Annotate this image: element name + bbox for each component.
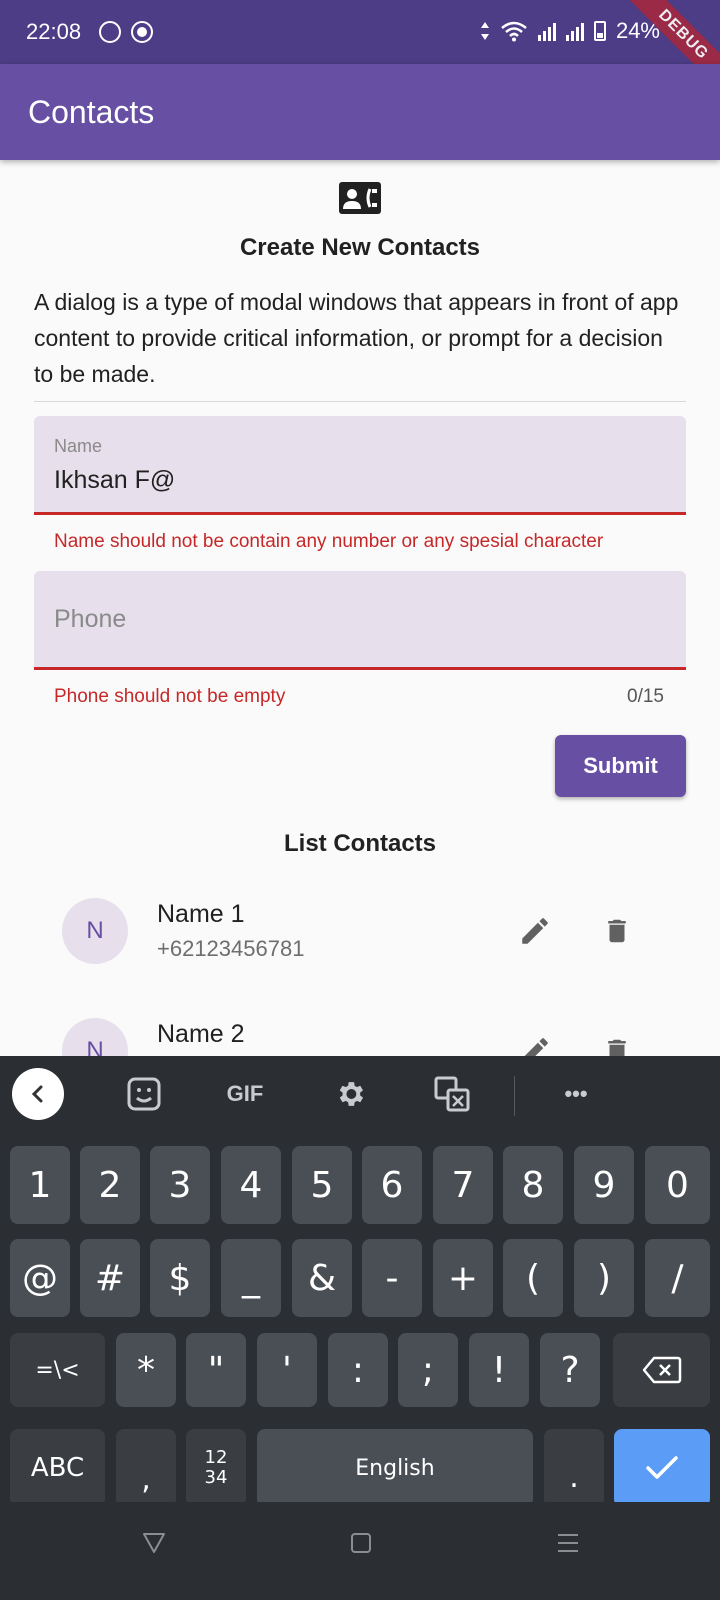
- keyboard-settings-button[interactable]: [330, 1074, 370, 1114]
- translate-button[interactable]: [432, 1074, 472, 1114]
- key-slash[interactable]: /: [645, 1239, 710, 1317]
- whatsapp-icon: [99, 21, 122, 43]
- phone-field[interactable]: Phone: [34, 571, 686, 670]
- name-field-label: Name: [54, 436, 103, 456]
- key-plus[interactable]: +: [433, 1239, 493, 1317]
- key-underscore[interactable]: _: [221, 1239, 281, 1317]
- name-field-error: Name should not be contain any number or…: [54, 531, 604, 552]
- key-comma[interactable]: ,: [116, 1429, 176, 1507]
- name-field[interactable]: Name Ikhsan F@: [34, 416, 686, 515]
- form-description: A dialog is a type of modal windows that…: [34, 289, 679, 387]
- key-exclamation[interactable]: !: [469, 1333, 529, 1407]
- keyboard-toolbar: GIF •••: [0, 1056, 720, 1136]
- key-1[interactable]: 1: [10, 1146, 70, 1224]
- contact-name: Name 2: [157, 1020, 245, 1048]
- keyboard-back-button[interactable]: [12, 1068, 64, 1120]
- status-bar: 22:08 24% DEBUG: [0, 0, 720, 105]
- signal-icon: [537, 21, 556, 41]
- contact-phone: +62123456781: [157, 936, 305, 961]
- name-field-value: Ikhsan F@: [54, 466, 176, 494]
- avatar: N: [62, 1018, 128, 1056]
- navigation-bar: [0, 1502, 720, 1600]
- key-7[interactable]: 7: [433, 1146, 493, 1224]
- key-5[interactable]: 5: [292, 1146, 352, 1224]
- app-bar: Contacts: [0, 64, 720, 160]
- recents-nav-icon[interactable]: [556, 1532, 580, 1554]
- key-more-symbols[interactable]: =\<: [10, 1333, 105, 1407]
- sticker-icon: [127, 1077, 161, 1111]
- delete-icon[interactable]: [602, 914, 632, 948]
- key-minus[interactable]: -: [362, 1239, 422, 1317]
- toolbar-divider: [514, 1076, 515, 1116]
- space-bar[interactable]: English: [257, 1429, 533, 1507]
- contact-phone-icon: [339, 182, 381, 214]
- main-content: Create New Contacts A dialog is a type o…: [0, 160, 720, 1056]
- abc-key[interactable]: ABC: [10, 1429, 105, 1507]
- phone-field-error: Phone should not be empty: [54, 686, 286, 707]
- key-3[interactable]: 3: [150, 1146, 210, 1224]
- battery-icon: [593, 21, 606, 41]
- backspace-icon: [642, 1356, 681, 1384]
- key-asterisk[interactable]: *: [116, 1333, 176, 1407]
- key-period[interactable]: .: [544, 1429, 604, 1507]
- list-item[interactable]: N Name 1 +62123456781: [0, 898, 720, 998]
- translate-icon: [434, 1076, 470, 1112]
- page-title: Contacts: [28, 93, 155, 130]
- status-time: 22:08: [26, 19, 82, 44]
- edit-icon[interactable]: [518, 1034, 552, 1056]
- chevron-left-icon: [31, 1085, 43, 1103]
- done-key[interactable]: [614, 1429, 710, 1507]
- data-arrows-icon: [480, 22, 489, 40]
- key-question[interactable]: ?: [540, 1333, 600, 1407]
- app-notification-icon: [131, 21, 154, 43]
- key-open-paren[interactable]: (: [503, 1239, 563, 1317]
- key-2[interactable]: 2: [80, 1146, 140, 1224]
- checkmark-icon: [646, 1456, 678, 1479]
- list-item[interactable]: N Name 2: [0, 1018, 720, 1056]
- key-9[interactable]: 9: [574, 1146, 634, 1224]
- contact-name: Name 1: [157, 900, 245, 928]
- key-at[interactable]: @: [10, 1239, 70, 1317]
- phone-char-counter: 0/15: [627, 686, 664, 707]
- more-options-button[interactable]: •••: [556, 1074, 596, 1114]
- avatar: N: [62, 898, 128, 964]
- gear-icon: [339, 1082, 364, 1106]
- key-double-quote[interactable]: ": [186, 1333, 246, 1407]
- key-close-paren[interactable]: ): [574, 1239, 634, 1317]
- key-semicolon[interactable]: ;: [398, 1333, 458, 1407]
- key-single-quote[interactable]: ': [257, 1333, 317, 1407]
- wifi-icon: [501, 21, 527, 42]
- key-6[interactable]: 6: [362, 1146, 422, 1224]
- numpad-key[interactable]: 12 34: [186, 1429, 246, 1507]
- submit-button[interactable]: Submit: [555, 735, 686, 797]
- sticker-button[interactable]: [124, 1074, 164, 1114]
- home-nav-icon[interactable]: [350, 1532, 372, 1554]
- form-heading: Create New Contacts: [239, 234, 481, 261]
- phone-field-placeholder: Phone: [54, 605, 127, 633]
- delete-icon[interactable]: [602, 1034, 632, 1056]
- gif-button[interactable]: GIF: [220, 1074, 270, 1114]
- key-dollar[interactable]: $: [150, 1239, 210, 1317]
- backspace-key[interactable]: [613, 1333, 710, 1407]
- key-8[interactable]: 8: [503, 1146, 563, 1224]
- edit-icon[interactable]: [518, 914, 552, 948]
- key-4[interactable]: 4: [221, 1146, 281, 1224]
- back-nav-icon[interactable]: [142, 1532, 166, 1554]
- key-hash[interactable]: #: [80, 1239, 140, 1317]
- key-colon[interactable]: :: [328, 1333, 388, 1407]
- signal-icon-2: [565, 21, 584, 41]
- key-0[interactable]: 0: [645, 1146, 710, 1224]
- divider: [34, 401, 686, 402]
- key-ampersand[interactable]: &: [292, 1239, 352, 1317]
- list-heading: List Contacts: [283, 830, 436, 857]
